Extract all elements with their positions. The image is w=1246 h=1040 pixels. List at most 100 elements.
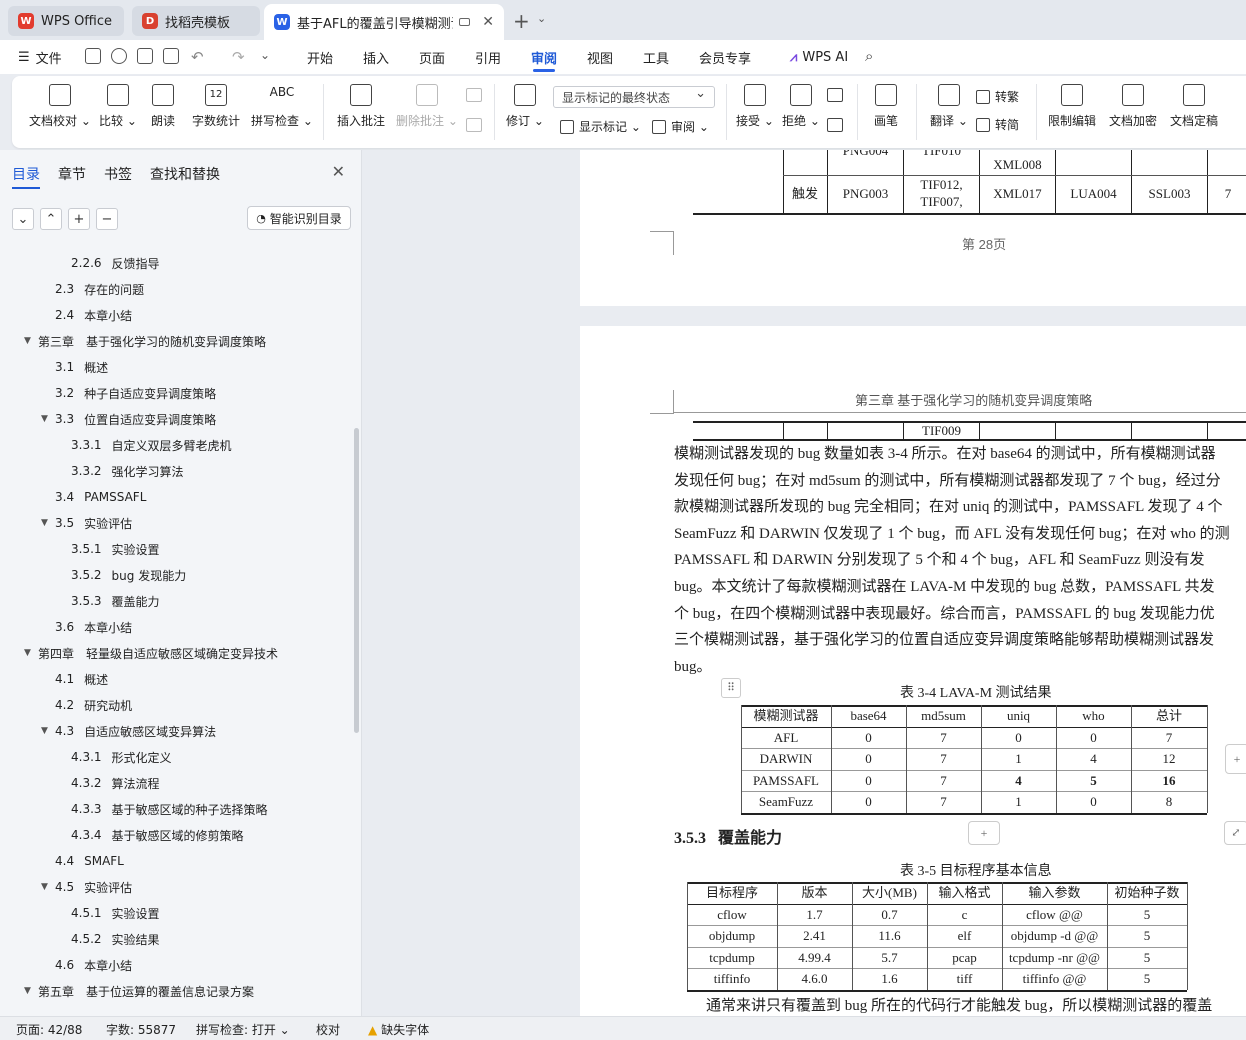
toc-item[interactable]: 4.3.3 基于敏感区域的种子选择策略 (71, 799, 268, 819)
toc-item[interactable]: 3.3.2 强化学习算法 (71, 461, 184, 481)
toc-item[interactable]: 4.3.1 形式化定义 (71, 747, 172, 767)
remove-heading-button[interactable]: − (96, 208, 118, 230)
file-menu[interactable]: ☰ 文件 (18, 40, 62, 74)
insert-comment-button[interactable]: 插入批注 (337, 84, 385, 129)
expand-arrow-icon[interactable]: ▼ (24, 986, 31, 996)
add-row-button[interactable]: + (968, 821, 1000, 845)
share-icon[interactable] (111, 48, 127, 64)
expand-all-button[interactable]: ⌄ (12, 208, 34, 230)
smart-toc-button[interactable]: ◔ 智能识别目录 (247, 206, 351, 230)
tab-wps-office[interactable]: W WPS Office (8, 6, 124, 36)
menu-home[interactable]: 开始 (307, 40, 333, 74)
word-count-indicator[interactable]: 字数: 55877 (106, 1021, 176, 1038)
tab-find-replace[interactable]: 查找和替换 (150, 164, 220, 184)
tab-docer-templates[interactable]: D 找稻壳模板 (132, 6, 260, 36)
word-count-button[interactable]: 12 字数统计 (192, 84, 240, 129)
toc-item[interactable]: ▼ 3.5 实验评估 (41, 513, 132, 533)
translate-button[interactable]: 翻译 ⌄ (930, 84, 968, 129)
markup-display-select[interactable]: 显示标记的最终状态 (553, 86, 715, 108)
menu-review[interactable]: 审阅 (531, 40, 557, 74)
menu-view[interactable]: 视图 (587, 40, 613, 74)
toc-item[interactable]: 3.4 PAMSSAFL (55, 487, 146, 507)
previous-change-icon[interactable] (827, 88, 843, 102)
to-simplified-button[interactable]: 转简 (976, 116, 1019, 133)
toc-item[interactable]: 4.6 本章小结 (55, 955, 132, 975)
toc-item[interactable]: ▼ 第五章 基于位运算的覆盖信息记录方案 (24, 981, 254, 1001)
toc-item[interactable]: 4.4 SMAFL (55, 851, 124, 871)
toc-item[interactable]: 3.5.3 覆盖能力 (71, 591, 160, 611)
toc-item[interactable]: ▼ 第四章 轻量级自适应敏感区域确定变异技术 (24, 643, 278, 663)
menu-insert[interactable]: 插入 (363, 40, 389, 74)
toc-item[interactable]: ▼ 第三章 基于强化学习的随机变异调度策略 (24, 331, 266, 351)
toc-item[interactable]: ▼ 4.3 自适应敏感区域变异算法 (41, 721, 216, 741)
menu-tools[interactable]: 工具 (643, 40, 669, 74)
collapse-all-button[interactable]: ⌃ (40, 208, 62, 230)
menu-page[interactable]: 页面 (419, 40, 445, 74)
doc-check-button[interactable]: 文档校对 ⌄ (29, 84, 91, 129)
quick-access-chevron-icon[interactable]: ⌄ (260, 48, 270, 62)
redo-icon[interactable]: ↷ (232, 48, 245, 66)
toc-item[interactable]: 3.2 种子自适应变异调度策略 (55, 383, 216, 403)
toc-item[interactable]: 4.2 研究动机 (55, 695, 132, 715)
add-column-button[interactable]: + (1225, 744, 1246, 774)
toc-item[interactable]: 2.3 存在的问题 (55, 279, 144, 299)
add-heading-button[interactable]: + (68, 208, 90, 230)
tab-list-chevron-icon[interactable]: ⌄ (537, 12, 546, 25)
toc-item[interactable]: ▼ 3.3 位置自适应变异调度策略 (41, 409, 216, 429)
toc-item[interactable]: ▼ 4.5 实验评估 (41, 877, 132, 897)
compare-button[interactable]: 比较 ⌄ (99, 84, 137, 129)
toc-item[interactable]: 3.1 概述 (55, 357, 108, 377)
previous-comment-icon[interactable] (466, 88, 482, 102)
save-icon[interactable] (85, 48, 101, 64)
toc-item[interactable]: 2.2.6 反馈指导 (71, 253, 160, 273)
expand-arrow-icon[interactable]: ▼ (41, 414, 48, 424)
expand-arrow-icon[interactable]: ▼ (24, 648, 31, 658)
toc-item[interactable]: 4.3.2 算法流程 (71, 773, 160, 793)
table-expand-icon[interactable]: ⤢ (1224, 821, 1246, 845)
spell-check-toggle[interactable]: 拼写检查: 打开 ⌄ (196, 1021, 290, 1038)
toc-item[interactable]: 4.5.2 实验结果 (71, 929, 160, 949)
next-comment-icon[interactable] (466, 118, 482, 132)
to-traditional-button[interactable]: 转繁 (976, 88, 1019, 105)
toc-item[interactable]: 3.5.2 bug 发现能力 (71, 565, 186, 585)
toc-item[interactable]: 3.6 本章小结 (55, 617, 132, 637)
tab-chapters[interactable]: 章节 (58, 164, 86, 184)
track-changes-button[interactable]: 修订 ⌄ (506, 84, 544, 129)
table-handle-icon[interactable]: ⠿ (721, 678, 741, 698)
accept-button[interactable]: 接受 ⌄ (736, 84, 774, 129)
expand-arrow-icon[interactable]: ▼ (41, 726, 48, 736)
undo-icon[interactable]: ↶ (191, 48, 204, 66)
search-icon[interactable]: ⌕ (865, 47, 873, 65)
new-tab-plus-icon[interactable]: + (513, 9, 530, 33)
proofread-button[interactable]: 校对 (316, 1021, 340, 1038)
tab-current-document[interactable]: W 基于AFL的覆盖引导模糊测试优 ✕ (264, 4, 504, 40)
page-indicator[interactable]: 页面: 42/88 (16, 1021, 82, 1038)
toc-item[interactable]: 2.4 本章小结 (55, 305, 132, 325)
expand-arrow-icon[interactable]: ▼ (41, 518, 48, 528)
tab-toc[interactable]: 目录 (12, 164, 40, 189)
review-pane-button[interactable]: 审阅 ⌄ (652, 118, 709, 135)
print-preview-icon[interactable] (163, 48, 179, 64)
show-markup-button[interactable]: 显示标记 ⌄ (560, 118, 641, 135)
toc-item[interactable]: 4.5.1 实验设置 (71, 903, 160, 923)
pen-button[interactable]: 画笔 (874, 84, 898, 129)
spell-check-button[interactable]: ABC 拼写检查 ⌄ (251, 84, 313, 129)
menu-references[interactable]: 引用 (475, 40, 501, 74)
toc-item[interactable]: 3.3.1 自定义双层多臂老虎机 (71, 435, 232, 455)
close-pane-icon[interactable]: ✕ (332, 162, 345, 181)
next-change-icon[interactable] (827, 118, 843, 132)
toc-item[interactable]: 4.1 概述 (55, 669, 108, 689)
print-icon[interactable] (137, 48, 153, 64)
restrict-edit-button[interactable]: 限制编辑 (1048, 84, 1096, 129)
toc-item[interactable]: 4.3.4 基于敏感区域的修剪策略 (71, 825, 244, 845)
missing-font-indicator[interactable]: ▲ 缺失字体 (368, 1021, 429, 1038)
menu-member[interactable]: 会员专享 (699, 40, 751, 74)
tab-bookmarks[interactable]: 书签 (104, 164, 132, 184)
wps-ai-button[interactable]: ⩘ WPS AI (790, 40, 848, 74)
window-preview-icon[interactable] (459, 18, 471, 26)
finalize-button[interactable]: 文档定稿 (1170, 84, 1218, 129)
toc-item[interactable]: 3.5.1 实验设置 (71, 539, 160, 559)
delete-comment-button[interactable]: 删除批注 ⌄ (396, 84, 458, 129)
read-aloud-button[interactable]: 朗读 (151, 84, 175, 129)
close-tab-icon[interactable]: ✕ (482, 14, 494, 30)
